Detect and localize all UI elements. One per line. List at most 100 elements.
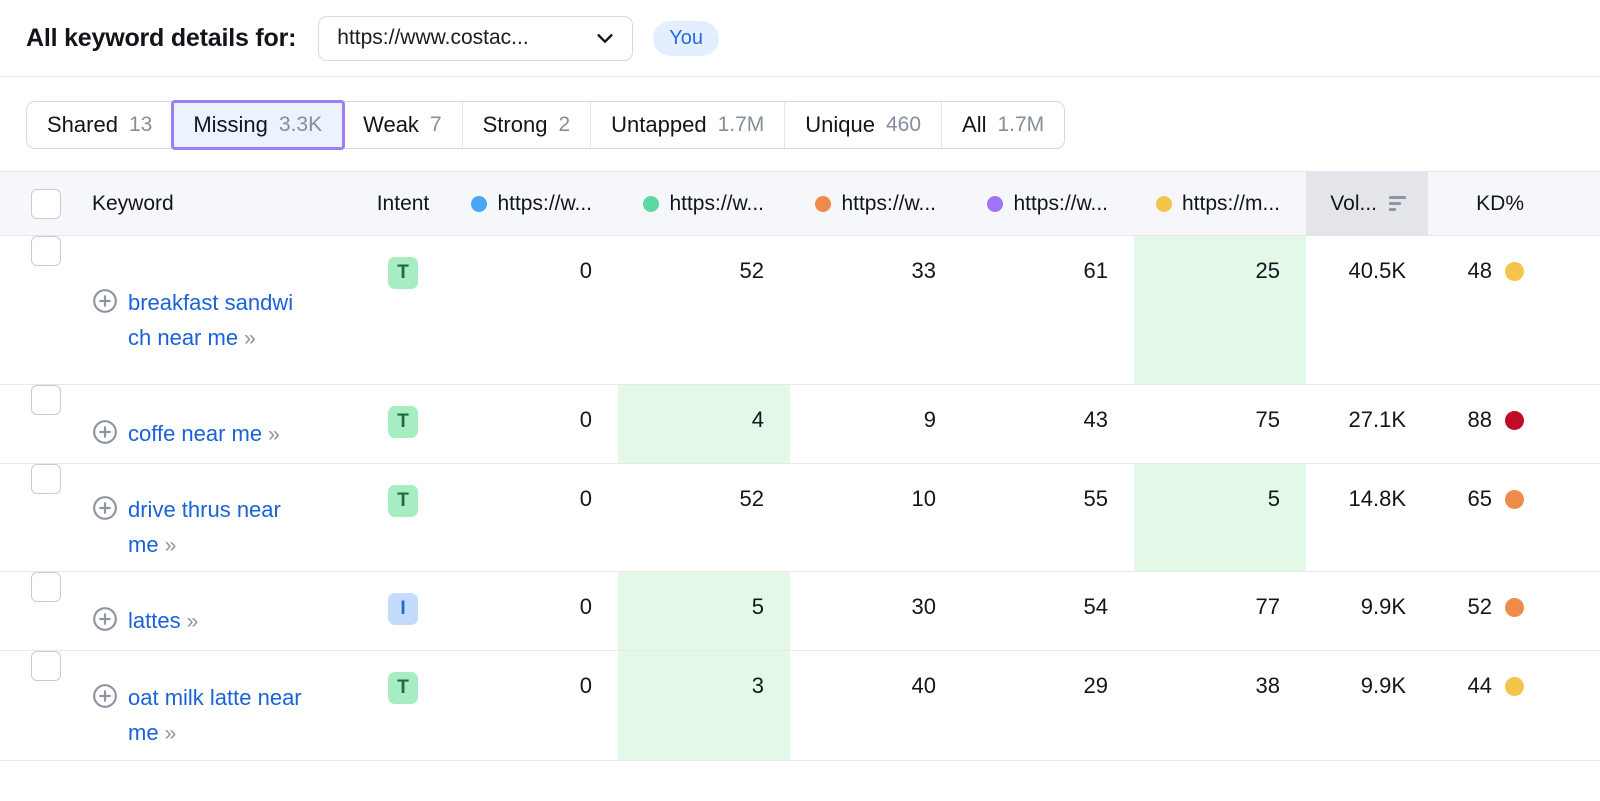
keyword-text: drive thrus near me <box>128 497 281 557</box>
table-row[interactable]: breakfast sandwich near me» T 0 52 33 61 25 40.… <box>0 236 1600 385</box>
keyword-text: breakfast sandwich near me <box>128 289 294 350</box>
competitor-rank-value: 29 <box>1083 673 1108 698</box>
intent-badge[interactable]: T <box>388 672 418 704</box>
competitor-rank-value: 3 <box>751 673 764 698</box>
competitor-rank-cell: 0 <box>446 572 618 650</box>
competitor-rank-value: 77 <box>1255 594 1280 619</box>
sort-descending-icon[interactable] <box>1389 196 1406 211</box>
volume-cell: 9.9K <box>1306 651 1428 760</box>
keyword-cell: coffe near me» <box>92 385 360 463</box>
keyword-cell: breakfast sandwich near me» <box>92 236 360 384</box>
kd-cell: 48 <box>1428 236 1548 384</box>
competitor-rank-value: 0 <box>579 407 592 432</box>
column-header-volume[interactable]: Vol... <box>1306 171 1428 236</box>
url-select-dropdown[interactable]: https://www.costac... <box>318 15 634 61</box>
volume-cell: 9.9K <box>1306 572 1428 650</box>
intent-badge[interactable]: T <box>388 406 418 438</box>
competitor-rank-cell: 25 <box>1134 236 1306 384</box>
keyword-link[interactable]: drive thrus near me» <box>128 492 304 563</box>
column-header-keyword[interactable]: Keyword <box>92 192 360 216</box>
column-header-competitor-2[interactable]: https://w... <box>618 192 790 216</box>
page-header: All keyword details for: https://www.cos… <box>0 0 1600 77</box>
competitor-rank-value: 10 <box>911 486 936 511</box>
competitor-rank-cell: 0 <box>446 464 618 571</box>
column-header-competitor-4[interactable]: https://w... <box>962 192 1134 216</box>
competitor-rank-cell: 0 <box>446 651 618 760</box>
intent-badge[interactable]: I <box>388 593 418 625</box>
competitor-color-dot-icon <box>815 195 832 212</box>
keyword-link[interactable]: oat milk latte near me» <box>128 680 304 751</box>
intent-cell: T <box>360 385 446 463</box>
competitor-rank-cell: 0 <box>446 385 618 463</box>
page-title: All keyword details for: <box>26 23 297 52</box>
keyword-expand-icon[interactable]: » <box>244 327 256 350</box>
column-header-competitor-1[interactable]: https://w... <box>446 192 618 216</box>
tab-count: 2 <box>558 113 571 136</box>
volume-cell: 40.5K <box>1306 236 1428 384</box>
keywords-table: Keyword Intent https://w... https://w... h… <box>0 171 1600 761</box>
tab-label: Unique <box>805 112 875 137</box>
volume-value: 40.5K <box>1348 258 1407 283</box>
intent-badge[interactable]: T <box>388 257 418 289</box>
kd-difficulty-dot-icon <box>1505 597 1524 617</box>
keyword-link[interactable]: coffe near me» <box>128 416 304 452</box>
keyword-text: oat milk latte near me <box>128 685 302 745</box>
row-checkbox[interactable] <box>31 236 61 266</box>
select-all-checkbox[interactable] <box>31 188 61 219</box>
table-row[interactable]: oat milk latte near me» T 0 3 40 29 38 9.9K 44 <box>0 651 1600 761</box>
keyword-expand-icon[interactable]: » <box>187 610 199 633</box>
table-row[interactable]: drive thrus near me» T 0 52 10 55 5 14.8K 65 <box>0 464 1600 572</box>
competitor-rank-cell: 75 <box>1134 385 1306 463</box>
tab-shared[interactable]: Shared 13 <box>27 102 174 148</box>
keyword-filter-tabs: Shared 13 Missing 3.3K Weak 7 Strong 2 Untapped 1… <box>26 100 1066 150</box>
row-checkbox[interactable] <box>31 385 61 415</box>
keyword-link[interactable]: breakfast sandwich near me» <box>128 285 304 356</box>
tab-weak[interactable]: Weak 7 <box>343 102 463 148</box>
tab-all[interactable]: All 1.7M <box>942 102 1064 148</box>
add-keyword-icon[interactable] <box>92 419 118 451</box>
competitor-rank-cell: 29 <box>962 651 1134 760</box>
tab-strong[interactable]: Strong 2 <box>463 102 592 148</box>
tab-label: Untapped <box>611 112 707 137</box>
competitor-rank-value: 33 <box>911 258 936 283</box>
volume-cell: 27.1K <box>1306 385 1428 463</box>
keyword-expand-icon[interactable]: » <box>268 423 280 446</box>
competitor-rank-cell: 0 <box>446 236 618 384</box>
competitor-rank-value: 43 <box>1083 407 1108 432</box>
volume-value: 9.9K <box>1360 594 1406 619</box>
tab-label: Strong <box>482 112 548 137</box>
column-header-competitor-5[interactable]: https://m... <box>1134 192 1306 216</box>
table-row[interactable]: coffe near me» T 0 4 9 43 75 27.1K 88 <box>0 385 1600 464</box>
row-checkbox[interactable] <box>31 464 61 494</box>
competitor-rank-cell: 5 <box>1134 464 1306 571</box>
tab-unique[interactable]: Unique 460 <box>785 102 943 148</box>
keyword-expand-icon[interactable]: » <box>165 722 177 745</box>
add-keyword-icon[interactable] <box>92 606 118 638</box>
keyword-expand-icon[interactable]: » <box>165 534 177 557</box>
keyword-link[interactable]: lattes » <box>128 603 304 639</box>
competitor-url-label: https://w... <box>841 191 936 215</box>
competitor-rank-cell: 52 <box>618 236 790 384</box>
you-badge: You <box>653 20 720 56</box>
competitor-url-label: https://w... <box>669 191 764 215</box>
column-header-kd[interactable]: KD% <box>1428 192 1548 216</box>
intent-badge[interactable]: T <box>388 485 418 517</box>
add-keyword-icon[interactable] <box>92 288 118 320</box>
row-checkbox[interactable] <box>31 572 61 602</box>
tab-missing[interactable]: Missing 3.3K <box>171 100 346 150</box>
column-header-competitor-3[interactable]: https://w... <box>790 192 962 216</box>
tab-untapped[interactable]: Untapped 1.7M <box>591 102 786 148</box>
row-checkbox[interactable] <box>31 651 61 681</box>
competitor-rank-cell: 52 <box>618 464 790 571</box>
kd-cell: 44 <box>1428 651 1548 760</box>
add-keyword-icon[interactable] <box>92 495 118 527</box>
competitor-rank-value: 38 <box>1255 673 1280 698</box>
keyword-cell: oat milk latte near me» <box>92 651 360 760</box>
table-row[interactable]: lattes » I 0 5 30 54 77 9.9K 52 <box>0 572 1600 651</box>
kd-cell: 52 <box>1428 572 1548 650</box>
url-select-value: https://www.costac... <box>337 26 529 49</box>
kd-difficulty-dot-icon <box>1505 489 1524 509</box>
add-keyword-icon[interactable] <box>92 683 118 715</box>
column-header-intent[interactable]: Intent <box>360 192 446 216</box>
select-all-cell <box>0 188 92 219</box>
